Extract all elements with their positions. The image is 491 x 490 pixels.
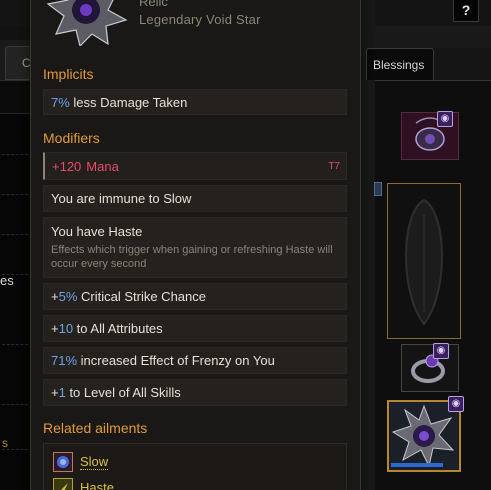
game-ui: { "help_button": "?", "left_panel": { "t… <box>0 0 491 490</box>
modifier-text: You have Haste <box>51 224 143 239</box>
skill-level-text: to Level of All Skills <box>65 385 181 400</box>
modifier-text: You are immune to Slow <box>51 191 192 206</box>
tab-blessings[interactable]: Blessings <box>366 48 434 80</box>
modifier-row-mana: +120 Mana T7 <box>43 152 347 180</box>
attributes-value: 10 <box>58 321 74 336</box>
haste-icon <box>53 478 73 490</box>
left-panel-tab[interactable]: C <box>5 46 33 80</box>
frenzy-value: 71% <box>51 353 78 368</box>
modifier-row-haste: You have Haste Effects which trigger whe… <box>43 217 347 278</box>
void-star-icon <box>46 0 128 46</box>
modifier-row-slow: You are immune to Slow <box>43 185 347 212</box>
slot-side-marker <box>374 182 382 196</box>
tier-badge: T7 <box>328 161 340 172</box>
equipment-slot-ring[interactable] <box>401 344 459 392</box>
attributes-text: to All Attributes <box>73 321 163 336</box>
durability-bar <box>391 463 443 467</box>
eye-badge-icon: ◉ <box>437 111 453 127</box>
ailment-slow[interactable]: Slow <box>53 452 109 472</box>
ailment-link[interactable]: Haste <box>80 480 114 490</box>
slow-icon <box>53 452 73 472</box>
implicits-title: Implicits <box>43 66 94 82</box>
divider <box>2 234 28 235</box>
modifier-description: Effects which trigger when gaining or re… <box>51 244 333 270</box>
implicit-value: 7% <box>51 94 70 110</box>
divider <box>2 404 28 405</box>
crit-text: Critical Strike Chance <box>77 289 206 304</box>
mana-value: +120 <box>52 158 82 174</box>
modifier-row-skill-level: +1 to Level of All Skills <box>43 379 347 406</box>
divider <box>2 154 28 155</box>
eye-badge-icon: ◉ <box>448 396 464 412</box>
divider <box>2 194 28 195</box>
ring-icon <box>411 354 445 383</box>
item-type: Relic <box>139 0 168 9</box>
divider <box>2 344 28 345</box>
ailment-haste[interactable]: Haste <box>53 478 114 490</box>
eye-badge-icon: ◉ <box>433 343 449 359</box>
related-ailments-title: Related ailments <box>43 420 148 436</box>
skill-level-value: 1 <box>58 385 66 400</box>
left-panel-inner <box>0 113 30 490</box>
implicit-row: 7% less Damage Taken <box>43 89 347 115</box>
void-star-icon <box>391 404 455 468</box>
equipment-slot-shield[interactable] <box>387 183 461 339</box>
modifier-row-crit: +5% Critical Strike Chance <box>43 283 347 310</box>
implicit-text: less Damage Taken <box>69 94 188 110</box>
modifiers-title: Modifiers <box>43 130 100 146</box>
modifier-row-frenzy: 71% increased Effect of Frenzy on You <box>43 347 347 374</box>
frenzy-text: increased Effect of Frenzy on You <box>77 353 275 368</box>
shield-icon <box>405 198 443 326</box>
item-image <box>46 0 128 46</box>
item-name: Legendary Void Star <box>139 12 261 27</box>
left-panel-row-text[interactable]: es <box>0 273 14 288</box>
modifier-row-attributes: +10 to All Attributes <box>43 315 347 342</box>
ailment-link[interactable]: Slow <box>80 454 109 470</box>
help-button[interactable]: ? <box>453 0 479 22</box>
mana-label: Mana <box>86 158 119 174</box>
left-panel-footer-text: s <box>2 436 8 450</box>
crit-value: 5% <box>58 289 78 304</box>
